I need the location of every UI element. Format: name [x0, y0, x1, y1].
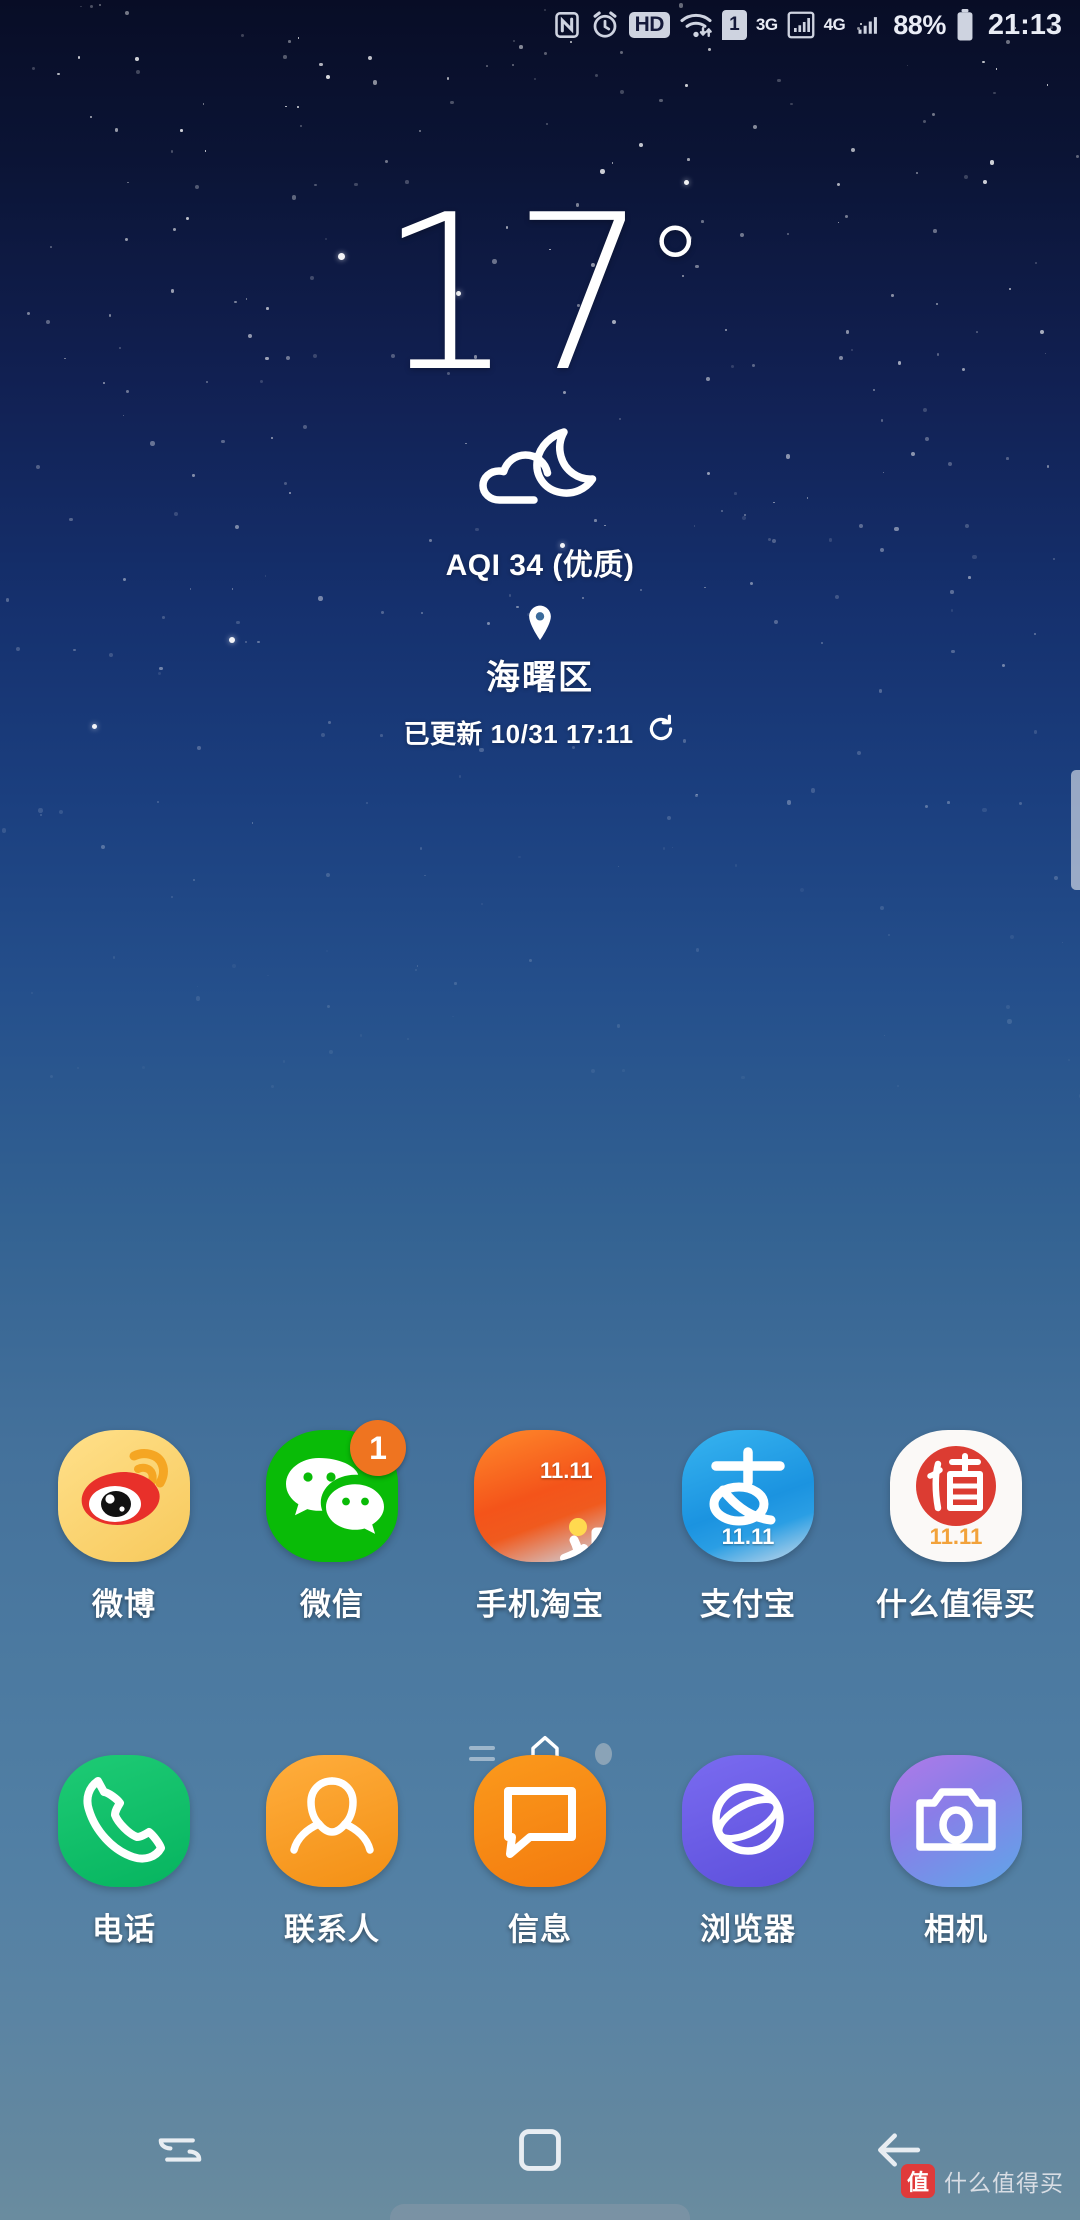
- alipay-icon[interactable]: 11.11: [682, 1430, 814, 1562]
- app-smzdm-label: 什么值得买: [876, 1587, 1036, 1622]
- smzdm-watermark-seal: 值: [901, 2164, 935, 2198]
- temperature-value: 17: [378, 168, 649, 419]
- app-smzdm-sale-label: 11.11: [929, 1524, 983, 1549]
- app-alipay-label: 支付宝: [700, 1587, 796, 1622]
- weather-updated-row[interactable]: 已更新 10/31 17:11: [0, 713, 1080, 752]
- app-browser-icon-wrap[interactable]: [682, 1755, 814, 1887]
- weather-city: 海曙区: [486, 658, 594, 697]
- sim-1-badge: 1: [721, 10, 747, 40]
- home-app-row: 微博 1 微信 11.11 手机淘宝 11.11 支付宝 11.11 什么值得买: [0, 1420, 1080, 1624]
- status-bar[interactable]: HD 1 3G 4G 88% 21:13: [0, 0, 1080, 50]
- smzdm-watermark: 值 什么值得买: [901, 2164, 1064, 2198]
- alarm-icon: [590, 10, 620, 40]
- app-browser[interactable]: 浏览器: [663, 1755, 833, 1949]
- app-alipay[interactable]: 11.11 支付宝: [663, 1430, 833, 1624]
- navigation-bar[interactable]: [0, 2080, 1080, 2220]
- signal-4g-icon: [854, 11, 884, 39]
- home-icon[interactable]: [360, 2080, 720, 2220]
- aqi-label: AQI 34 (优质): [445, 548, 635, 582]
- app-smzdm-icon-wrap[interactable]: 11.11: [890, 1430, 1022, 1562]
- camera-icon[interactable]: [890, 1755, 1022, 1887]
- network-4g-label: 4G: [823, 15, 846, 34]
- refresh-icon[interactable]: [645, 713, 677, 752]
- app-weibo-label: 微博: [92, 1587, 156, 1622]
- degree-symbol: °: [645, 200, 705, 338]
- app-phone-label: 电话: [92, 1912, 156, 1947]
- battery-percent: 88%: [893, 9, 946, 40]
- app-browser-label: 浏览器: [700, 1912, 796, 1947]
- weibo-icon[interactable]: [58, 1430, 190, 1562]
- hd-voice-badge: HD: [628, 12, 670, 38]
- moon-cloud-night-icon: [0, 414, 1080, 524]
- back-icon[interactable]: [720, 2080, 1080, 2220]
- app-camera-icon-wrap[interactable]: [890, 1755, 1022, 1887]
- app-wechat-badge: 1: [350, 1420, 406, 1476]
- app-weibo[interactable]: 微博: [39, 1430, 209, 1624]
- app-phone[interactable]: 电话: [39, 1755, 209, 1949]
- battery-icon: [955, 9, 975, 41]
- app-alipay-sale-label: 11.11: [721, 1524, 775, 1549]
- wifi-icon: [679, 11, 713, 39]
- page-edge-indicator: [1071, 770, 1080, 890]
- app-taobao[interactable]: 11.11 手机淘宝: [455, 1430, 625, 1624]
- phone-icon[interactable]: [58, 1755, 190, 1887]
- app-wechat-icon-wrap[interactable]: 1: [266, 1420, 406, 1562]
- app-smzdm[interactable]: 11.11 什么值得买: [871, 1430, 1041, 1624]
- nfc-icon: [553, 11, 581, 39]
- browser-globe-icon[interactable]: [682, 1755, 814, 1887]
- navigation-hint-bar: [390, 2204, 690, 2220]
- app-messages[interactable]: 信息: [455, 1755, 625, 1949]
- app-contacts-icon-wrap[interactable]: [266, 1755, 398, 1887]
- location-pin-icon: [0, 604, 1080, 642]
- weather-temperature-group: 17°: [0, 186, 1080, 401]
- signal-3g-icon: [787, 11, 815, 39]
- message-icon[interactable]: [474, 1755, 606, 1887]
- app-camera-label: 相机: [924, 1912, 988, 1947]
- smzdm-icon[interactable]: 11.11: [890, 1430, 1022, 1562]
- status-clock: 21:13: [987, 8, 1062, 41]
- app-messages-icon-wrap[interactable]: [474, 1755, 606, 1887]
- dock: 电话 联系人 信息 浏览器 相机: [0, 1755, 1080, 1949]
- app-taobao-icon-wrap[interactable]: 11.11: [474, 1430, 606, 1562]
- app-wechat[interactable]: 1 微信: [247, 1420, 417, 1624]
- network-3g-label: 3G: [755, 15, 778, 34]
- app-contacts-label: 联系人: [284, 1912, 380, 1947]
- recents-icon[interactable]: [0, 2080, 360, 2220]
- app-taobao-label: 手机淘宝: [476, 1587, 604, 1622]
- app-alipay-icon-wrap[interactable]: 11.11: [682, 1430, 814, 1562]
- smzdm-watermark-text: 什么值得买: [944, 2170, 1064, 2196]
- weather-updated-text: 已更新 10/31 17:11: [403, 718, 634, 749]
- weather-widget[interactable]: 17° AQI 34 (优质) 海曙区 已更新 10/31 17:11: [0, 186, 1080, 752]
- app-contacts[interactable]: 联系人: [247, 1755, 417, 1949]
- contacts-icon[interactable]: [266, 1755, 398, 1887]
- app-messages-label: 信息: [508, 1912, 572, 1947]
- app-weibo-icon-wrap[interactable]: [58, 1430, 190, 1562]
- app-camera[interactable]: 相机: [871, 1755, 1041, 1949]
- app-phone-icon-wrap[interactable]: [58, 1755, 190, 1887]
- app-wechat-label: 微信: [300, 1587, 364, 1622]
- taobao-icon[interactable]: 11.11: [474, 1430, 606, 1562]
